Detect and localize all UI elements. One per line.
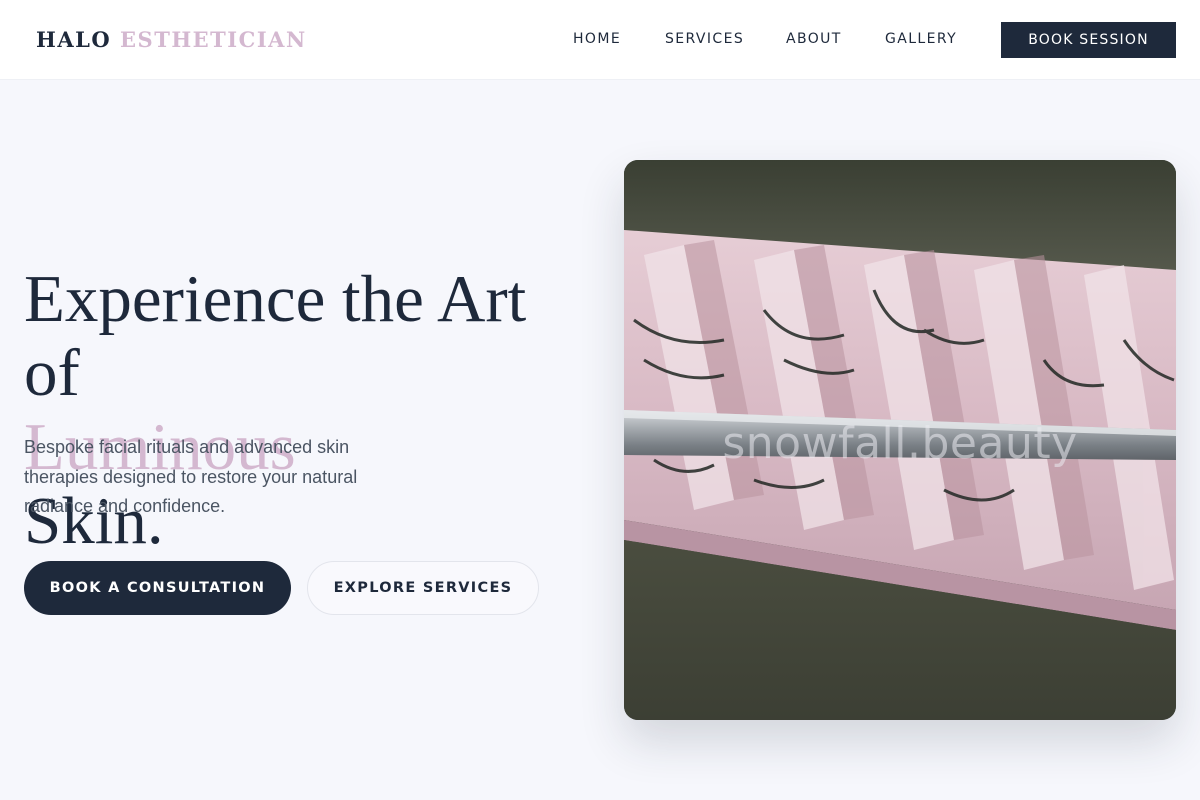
hero-image: snowfall.beauty bbox=[624, 160, 1176, 720]
site-logo[interactable]: HALO ESTHETICIAN bbox=[36, 27, 307, 53]
explore-services-button[interactable]: EXPLORE SERVICES bbox=[307, 561, 539, 615]
hero-subtitle: Bespoke facial rituals and advanced skin… bbox=[24, 437, 358, 516]
image-watermark: snowfall.beauty bbox=[722, 418, 1078, 469]
headline-line-1: Experience the Art bbox=[24, 262, 527, 336]
nav-link-services[interactable]: SERVICES bbox=[665, 30, 744, 48]
headline-word-of: of bbox=[24, 336, 80, 410]
logo-primary-text: HALO bbox=[36, 27, 112, 52]
book-session-button[interactable]: BOOK SESSION bbox=[1001, 22, 1176, 58]
nav-link-home[interactable]: HOME bbox=[573, 30, 621, 48]
nav-link-gallery[interactable]: GALLERY bbox=[885, 30, 957, 48]
site-header: HALO ESTHETICIAN HOME SERVICES ABOUT GAL… bbox=[0, 0, 1200, 80]
logo-accent-text: ESTHETICIAN bbox=[120, 27, 307, 52]
nav-link-about[interactable]: ABOUT bbox=[786, 30, 842, 48]
book-consultation-button[interactable]: BOOK A CONSULTATION bbox=[24, 561, 291, 615]
